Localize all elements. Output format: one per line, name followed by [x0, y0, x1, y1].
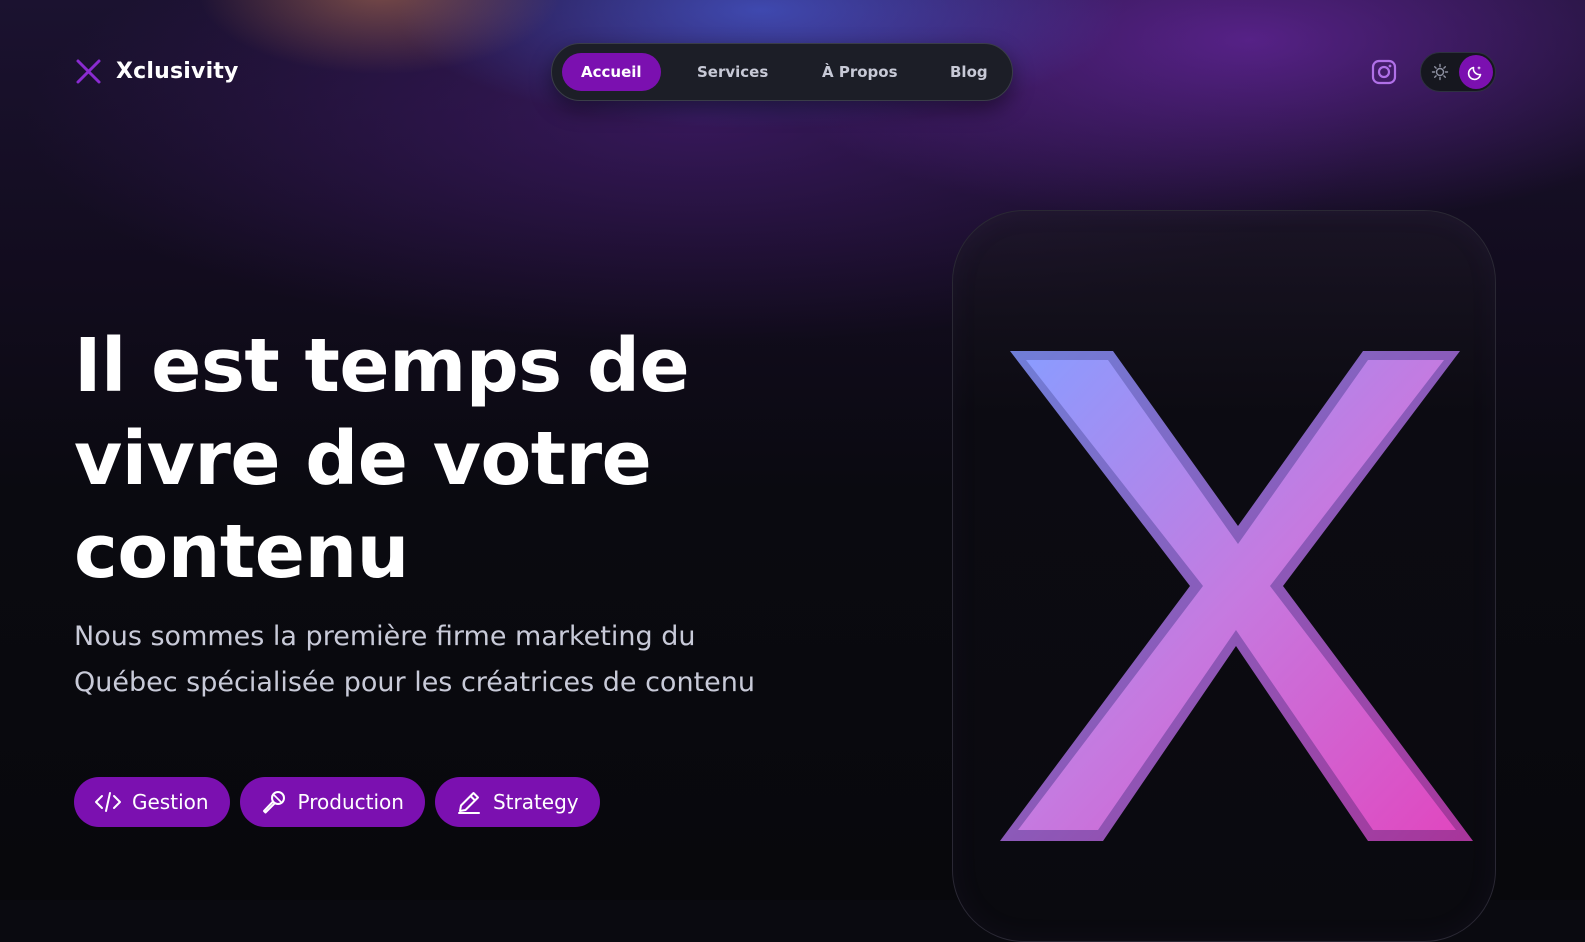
pencil-icon: [457, 792, 480, 814]
chip-gestion[interactable]: Gestion: [74, 777, 230, 827]
nav-item-services[interactable]: Services: [697, 53, 768, 91]
hero-title-line: contenu: [74, 509, 409, 595]
chip-label: Strategy: [492, 790, 579, 814]
hero-title-line: vivre de votre: [74, 416, 652, 502]
microphone-icon: [262, 791, 285, 814]
hero-subtitle: Nous sommes la première firme marketing …: [74, 621, 755, 698]
chip-strategy[interactable]: Strategy: [434, 777, 600, 827]
theme-toggle-knob[interactable]: [1459, 55, 1493, 89]
nav-item-blog[interactable]: Blog: [950, 53, 988, 91]
hero-title-line: Il est temps de: [74, 323, 690, 409]
nav-item-a-propos[interactable]: À Propos: [822, 53, 898, 91]
chip-label: Gestion: [132, 790, 209, 814]
hero-title: Il est temps de vivre de votre contenu: [74, 320, 874, 599]
brand-logo[interactable]: Xclusivity: [75, 58, 239, 85]
main-nav: Accueil Services À Propos Blog: [551, 43, 1013, 101]
moon-icon: [1467, 66, 1482, 81]
instagram-icon[interactable]: [1370, 58, 1398, 86]
chip-production[interactable]: Production: [239, 777, 425, 827]
hero-visual-card: [952, 210, 1496, 942]
nav-item-accueil[interactable]: Accueil: [562, 53, 661, 91]
chip-label: Production: [297, 790, 404, 814]
service-chips: Gestion Production Strategy: [74, 777, 600, 827]
site-header: Xclusivity Accueil Services À Propos Blo…: [0, 0, 1585, 145]
brand-name: Xclusivity: [116, 59, 239, 84]
x-icon: [76, 59, 101, 84]
x-logo-3d: [1000, 351, 1473, 841]
code-icon: [95, 792, 121, 812]
theme-toggle[interactable]: [1420, 52, 1496, 92]
sun-icon[interactable]: [1431, 63, 1449, 81]
